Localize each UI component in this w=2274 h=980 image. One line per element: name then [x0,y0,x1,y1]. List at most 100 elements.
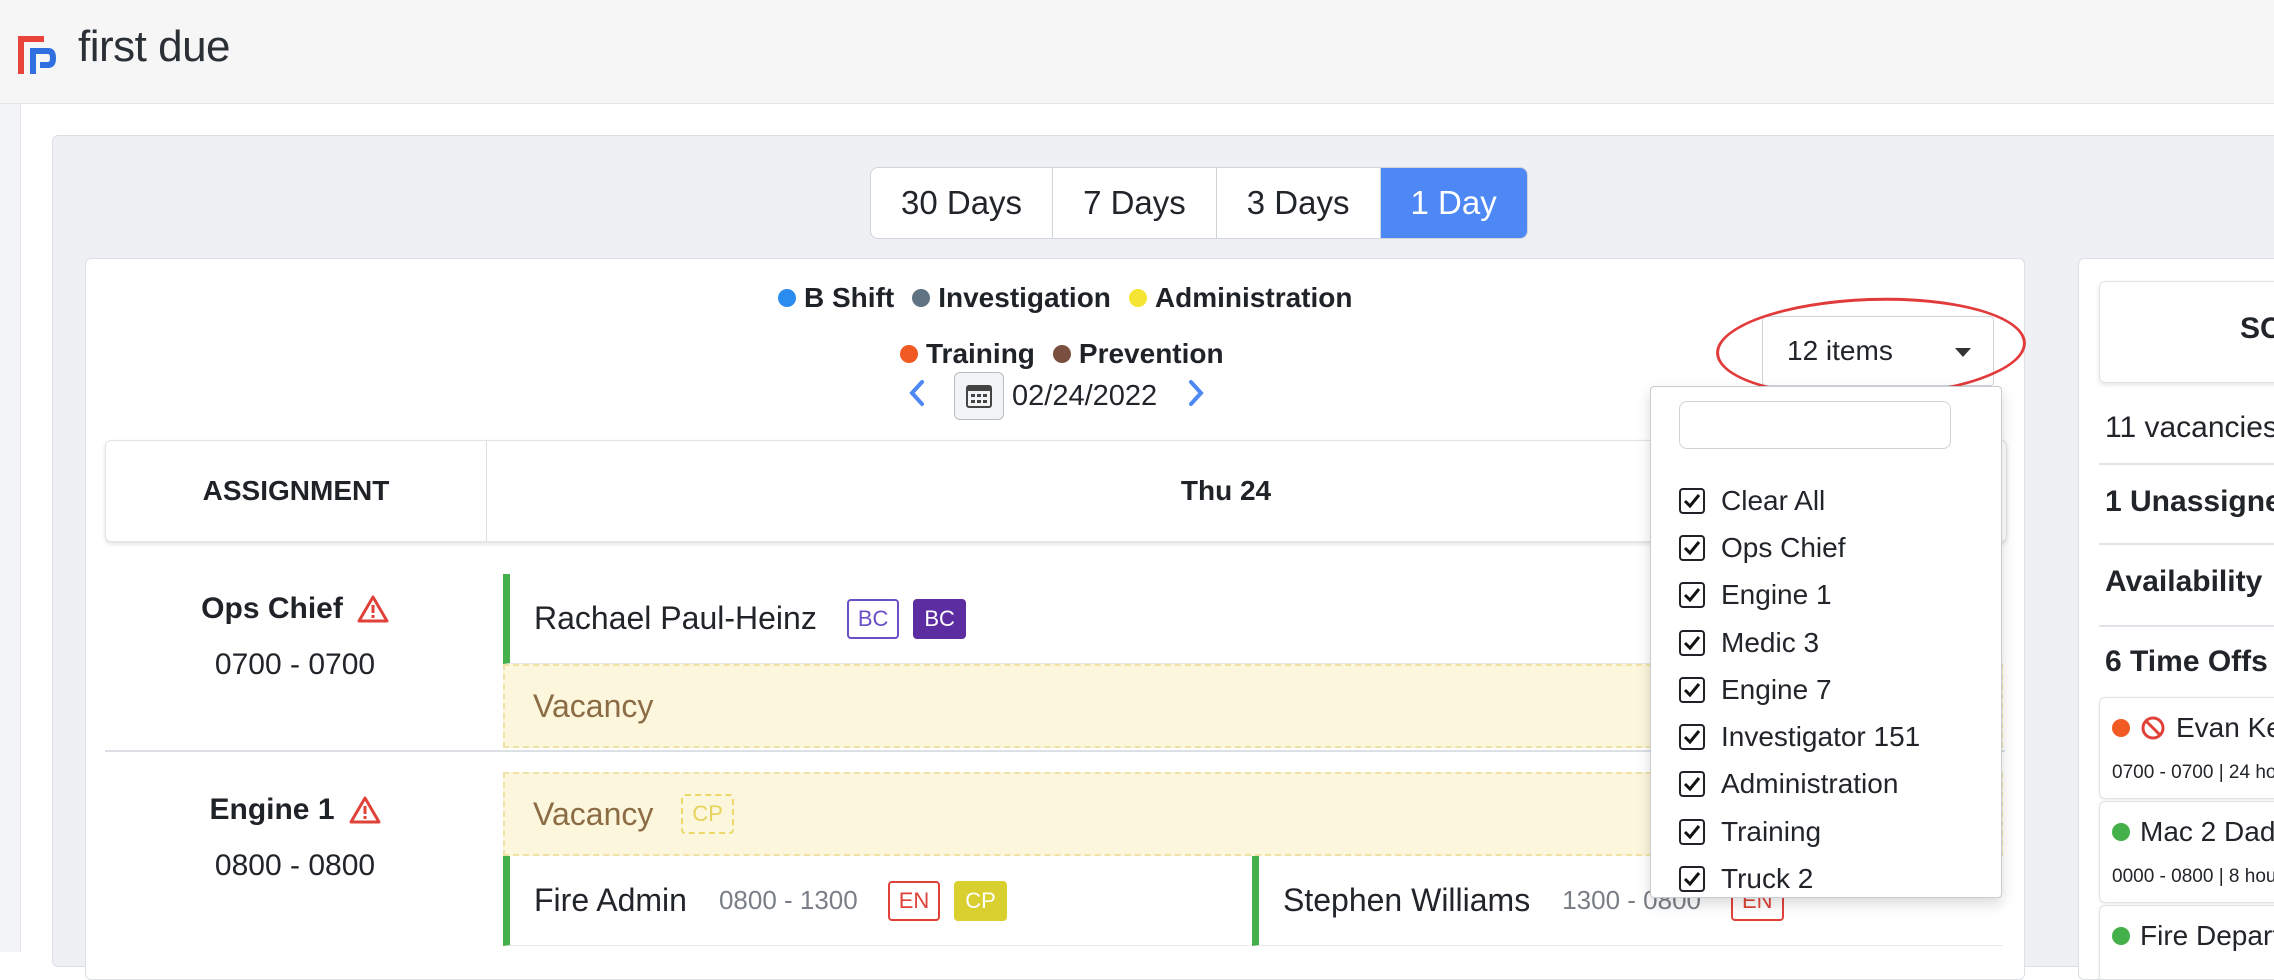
legend-dot [912,289,931,307]
assignment-label: Ops Chief [201,592,343,625]
assignment-time: 0800 - 0800 [214,849,376,882]
status-dot [2112,927,2130,945]
calendar-button[interactable] [954,372,1004,420]
filter-option-label: Training [1721,815,1822,847]
legend-label: B Shift [804,282,895,313]
warning-icon [349,796,381,824]
filter-option-engine-7[interactable]: Engine 7 [1679,666,1920,713]
time-off-detail: 0000 - 0800 | 8 hou [2112,866,2274,887]
checkbox-checked-icon[interactable] [1679,487,1705,514]
filter-option-label: Engine 7 [1721,673,1832,705]
checkbox-checked-icon[interactable] [1679,818,1705,845]
time-off-person: Mac 2 Dado [2140,816,2274,847]
legend-item: B Shift [778,282,894,314]
range-tabs: 30 Days 7 Days 3 Days 1 Day [870,167,1528,239]
legend-label: Administration [1154,282,1353,313]
assignment-ops-chief: Ops Chief 0700 - 0700 [105,592,485,682]
tab-30-days[interactable]: 30 Days [871,168,1054,238]
checkbox-checked-icon[interactable] [1679,534,1705,561]
legend-dot [900,345,918,363]
filter-option-label: Ops Chief [1721,531,1846,563]
filter-dropdown-menu: Clear All Ops Chief Engine 1 Medic 3 Eng… [1650,386,2002,898]
status-dot [2112,719,2130,737]
qualification-badge: CP [954,880,1007,921]
person-name: Stephen Williams [1283,882,1531,918]
summary-panel: SC 11 vacancies 1 Unassigne Availability… [2078,258,2274,980]
time-offs-count[interactable]: 6 Time Offs [2105,645,2268,679]
assignment-time: 0700 - 0700 [214,648,376,681]
person-name: Rachael Paul-Heinz [534,600,817,636]
shift-block[interactable]: Fire Admin 0800 - 1300 EN CP [503,856,1248,946]
time-off-card[interactable]: Fire Depart [2099,905,2274,979]
warning-icon [357,595,389,623]
left-rail [0,104,21,952]
time-off-name: Mac 2 Dado [2112,816,2274,848]
time-off-card[interactable]: Evan Ke 0700 - 0700 | 24 ho [2099,697,2274,799]
date-navigation: 02/24/2022 [900,372,1213,420]
chevron-right-icon[interactable] [1179,378,1213,415]
filter-option-ops-chief[interactable]: Ops Chief [1679,524,1920,571]
time-off-name: Fire Depart [2112,920,2274,952]
legend-dot [1052,345,1071,363]
app-logo-text[interactable]: first due [78,22,231,72]
legend-row-2: Training Prevention [900,338,1224,370]
current-date: 02/24/2022 [1012,379,1158,412]
time-off-person: Fire Depart [2140,920,2274,951]
filter-option-investigator-151[interactable]: Investigator 151 [1679,713,1920,760]
checkbox-checked-icon[interactable] [1679,676,1705,703]
tab-3-days[interactable]: 3 Days [1217,168,1381,238]
filter-options-list: Clear All Ops Chief Engine 1 Medic 3 Eng… [1679,477,1920,897]
time-off-detail: 0700 - 0700 | 24 ho [2112,762,2274,783]
filter-option-administration[interactable]: Administration [1679,761,1920,808]
person-name: Fire Admin [534,882,687,918]
unassigned-count[interactable]: 1 Unassigne [2105,485,2274,519]
divider [2099,625,2274,627]
qualification-badge: EN [887,880,941,921]
time-off-name: Evan Ke [2112,712,2274,744]
vacancy-label: Vacancy [533,687,654,724]
tab-7-days[interactable]: 7 Days [1053,168,1217,238]
filter-option-training[interactable]: Training [1679,808,1920,855]
filter-option-clear-all[interactable]: Clear All [1679,477,1920,524]
checkbox-checked-icon[interactable] [1679,771,1705,798]
assignment-column-header: ASSIGNMENT [106,441,487,541]
legend-item: Training [900,338,1035,370]
filter-option-label: Engine 1 [1721,579,1832,611]
chevron-left-icon[interactable] [900,378,934,415]
filter-option-label: Administration [1721,768,1899,800]
checkbox-checked-icon[interactable] [1679,629,1705,656]
legend-item: Prevention [1052,338,1224,370]
filter-option-label: Investigator 151 [1721,721,1921,753]
legend-dot [778,289,796,307]
legend-label: Training [926,338,1035,369]
vacancy-label: Vacancy [533,795,654,832]
vacancies-count[interactable]: 11 vacancies [2105,411,2274,445]
calendar-icon [966,385,992,408]
filter-option-truck-2[interactable]: Truck 2 [1679,855,1920,897]
assignment-label: Engine 1 [209,793,335,826]
filter-option-label: Clear All [1721,484,1826,516]
time-off-card[interactable]: Mac 2 Dado 0000 - 0800 | 8 hou [2099,801,2274,903]
summary-header-box: SC [2099,281,2274,383]
filter-option-label: Truck 2 [1721,863,1814,895]
checkbox-checked-icon[interactable] [1679,724,1705,751]
legend-dot [1128,289,1147,307]
divider [2099,463,2274,465]
divider [2099,543,2274,545]
availability-link[interactable]: Availability [2105,565,2262,599]
filter-option-engine-1[interactable]: Engine 1 [1679,572,1920,619]
legend-item: Administration [1128,282,1353,314]
filter-option-medic-3[interactable]: Medic 3 [1679,619,1920,666]
assignment-name: Ops Chief [105,592,485,626]
time-off-person: Evan Ke [2176,712,2274,743]
tab-1-day[interactable]: 1 Day [1380,168,1527,238]
assignment-name: Engine 1 [105,793,485,827]
checkbox-checked-icon[interactable] [1679,582,1705,609]
filter-search-input[interactable] [1679,401,1951,449]
shift-time: 0800 - 1300 [718,885,858,915]
qualification-badge: BC [846,598,900,639]
assignment-engine-1: Engine 1 0800 - 0800 [105,793,485,883]
checkbox-checked-icon[interactable] [1679,866,1705,893]
filter-option-label: Medic 3 [1721,626,1820,658]
status-dot [2112,823,2130,841]
